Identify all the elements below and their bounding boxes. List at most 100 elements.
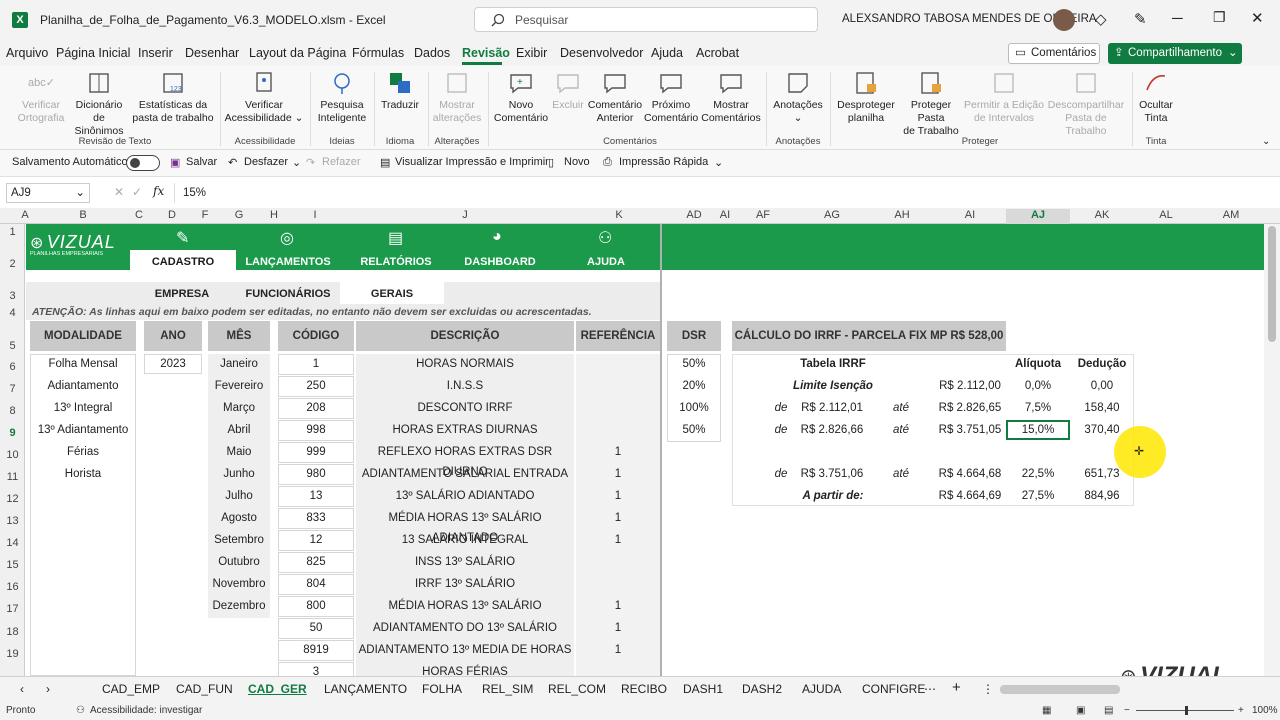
redo-icon[interactable]: ↷ <box>306 156 315 169</box>
irrf-aliquota[interactable]: 7,5% <box>1006 398 1070 418</box>
show-changes-button[interactable]: Mostrar alterações <box>432 70 482 125</box>
sheet-tab[interactable]: RECIBO <box>621 682 667 696</box>
sheet-tab[interactable]: CONFIGRE <box>862 682 925 696</box>
row-header-active[interactable]: 9 <box>0 427 25 439</box>
referencia-cell[interactable] <box>576 662 660 676</box>
col-header[interactable]: K <box>612 209 626 221</box>
codigo-cell[interactable]: 3 <box>278 662 354 676</box>
menu-pagina-inicial[interactable]: Página Inicial <box>56 46 130 60</box>
sheet-tab[interactable]: AJUDA <box>802 682 841 696</box>
row-header[interactable]: 3 <box>0 290 25 302</box>
referencia-cell[interactable]: 1 <box>576 486 660 506</box>
menu-formulas[interactable]: Fórmulas <box>352 46 404 60</box>
hide-ink-button[interactable]: Ocultar Tinta <box>1136 70 1176 125</box>
dsr-value[interactable]: 50% <box>667 420 721 440</box>
codigo-cell[interactable]: 50 <box>278 618 354 638</box>
minimize-icon[interactable]: ─ <box>1172 10 1183 27</box>
irrf-isencao-deducao[interactable]: 0,00 <box>1070 376 1134 396</box>
print-preview-button[interactable]: Visualizar Impressão e Imprimir <box>395 156 549 168</box>
workbook-stats-button[interactable]: 123 Estatísticas da pasta de trabalho <box>132 70 214 125</box>
enter-icon[interactable]: ✓ <box>132 185 142 199</box>
referencia-cell[interactable] <box>576 398 660 418</box>
prev-sheet-icon[interactable]: ‹ <box>20 682 24 696</box>
irrf-apartir-aliquota[interactable]: 27,5% <box>1006 486 1070 506</box>
dsr-value[interactable]: 100% <box>667 398 721 418</box>
referencia-cell[interactable] <box>576 420 660 440</box>
codigo-cell[interactable]: 833 <box>278 508 354 528</box>
row-header[interactable]: 2 <box>0 258 25 270</box>
row-header[interactable]: 15 <box>0 559 25 571</box>
referencia-cell[interactable]: 1 <box>576 618 660 638</box>
share-button[interactable]: ⇪ Compartilhamento ⌄ <box>1108 43 1242 64</box>
col-header[interactable]: B <box>76 209 90 221</box>
row-header[interactable]: 13 <box>0 515 25 527</box>
sheet-tab[interactable]: DASH1 <box>683 682 723 696</box>
unshare-workbook-button[interactable]: Descompartilhar Pasta de Trabalho <box>1044 70 1128 138</box>
codigo-cell[interactable]: 12 <box>278 530 354 550</box>
page-layout-icon[interactable]: ▣ <box>1076 705 1085 716</box>
menu-dados[interactable]: Dados <box>414 46 450 60</box>
referencia-cell[interactable]: 1 <box>576 464 660 484</box>
col-header[interactable]: AH <box>892 209 912 221</box>
descricao-cell[interactable]: IRRF 13º SALÁRIO <box>356 574 574 594</box>
next-comment-button[interactable]: Próximo Comentário <box>644 70 698 125</box>
col-header[interactable]: AM <box>1220 209 1242 221</box>
row-header[interactable]: 10 <box>0 449 25 461</box>
more-sheets-icon[interactable]: ⋯ <box>924 682 936 696</box>
close-icon[interactable]: ✕ <box>1251 9 1264 27</box>
vertical-scrollbar[interactable] <box>1264 224 1280 676</box>
row-header[interactable]: 14 <box>0 537 25 549</box>
customize-qat-icon[interactable]: ⌄ <box>714 156 723 169</box>
chevron-down-icon[interactable]: ⌄ <box>292 156 301 169</box>
irrf-to[interactable]: R$ 2.826,65 <box>934 398 1006 418</box>
list-item[interactable]: Agosto <box>208 508 270 528</box>
codigo-cell[interactable]: 208 <box>278 398 354 418</box>
menu-acrobat[interactable]: Acrobat <box>696 46 739 60</box>
col-header[interactable]: AL <box>1156 209 1176 221</box>
row-header[interactable]: 7 <box>0 383 25 395</box>
col-header[interactable]: J <box>458 209 472 221</box>
list-item[interactable]: Abril <box>208 420 270 440</box>
row-header[interactable]: 16 <box>0 581 25 593</box>
subnav-gerais[interactable]: GERAIS <box>342 288 442 300</box>
sheet-tab-active[interactable]: CAD_GER <box>248 682 307 696</box>
col-header[interactable]: G <box>232 209 246 221</box>
quick-print-icon[interactable]: ⎙ <box>603 156 612 169</box>
col-header[interactable]: AD <box>684 209 704 221</box>
sheet-tab[interactable]: FOLHA <box>422 682 462 696</box>
col-header[interactable]: A <box>18 209 32 221</box>
page-break-icon[interactable]: ▤ <box>1104 705 1113 716</box>
descricao-cell[interactable]: HORAS FÉRIAS <box>356 662 574 676</box>
menu-desenhar[interactable]: Desenhar <box>185 46 239 60</box>
descricao-cell[interactable]: MÉDIA HORAS 13º SALÁRIO <box>356 596 574 616</box>
codigo-cell[interactable]: 13 <box>278 486 354 506</box>
codigo-cell[interactable]: 998 <box>278 420 354 440</box>
row-header[interactable]: 4 <box>0 307 25 319</box>
irrf-apartir-deducao[interactable]: 884,96 <box>1070 486 1134 506</box>
menu-layout[interactable]: Layout da Página <box>249 46 346 60</box>
tab-options-icon[interactable]: ⋮ <box>982 682 994 696</box>
menu-ajuda[interactable]: Ajuda <box>651 46 683 60</box>
zoom-in-icon[interactable]: + <box>1238 705 1244 716</box>
col-header[interactable]: I <box>308 209 322 221</box>
sheet-tab[interactable]: CAD_FUN <box>176 682 233 696</box>
codigo-cell[interactable]: 999 <box>278 442 354 462</box>
undo-icon[interactable]: ↶ <box>228 156 237 169</box>
descricao-cell[interactable]: I.N.S.S <box>356 376 574 396</box>
redo-button[interactable]: Refazer <box>322 156 361 168</box>
list-item[interactable]: Adiantamento <box>30 376 136 396</box>
list-item[interactable]: Dezembro <box>208 596 270 616</box>
descricao-cell[interactable]: HORAS NORMAIS <box>356 354 574 374</box>
save-button[interactable]: Salvar <box>186 156 217 168</box>
comments-button[interactable]: ▭ Comentários <box>1008 43 1100 64</box>
irrf-deducao[interactable]: 158,40 <box>1070 398 1134 418</box>
referencia-cell[interactable] <box>576 574 660 594</box>
irrf-from[interactable]: R$ 3.751,06 <box>796 464 868 484</box>
prev-comment-button[interactable]: Comentário Anterior <box>586 70 644 125</box>
descricao-cell[interactable]: INSS 13º SALÁRIO <box>356 552 574 572</box>
new-file-icon[interactable]: ▯ <box>548 156 554 169</box>
status-accessibility[interactable]: Acessibilidade: investigar <box>90 705 202 716</box>
list-item[interactable]: Férias <box>30 442 136 462</box>
row-header[interactable]: 6 <box>0 361 25 373</box>
list-item[interactable]: Outubro <box>208 552 270 572</box>
